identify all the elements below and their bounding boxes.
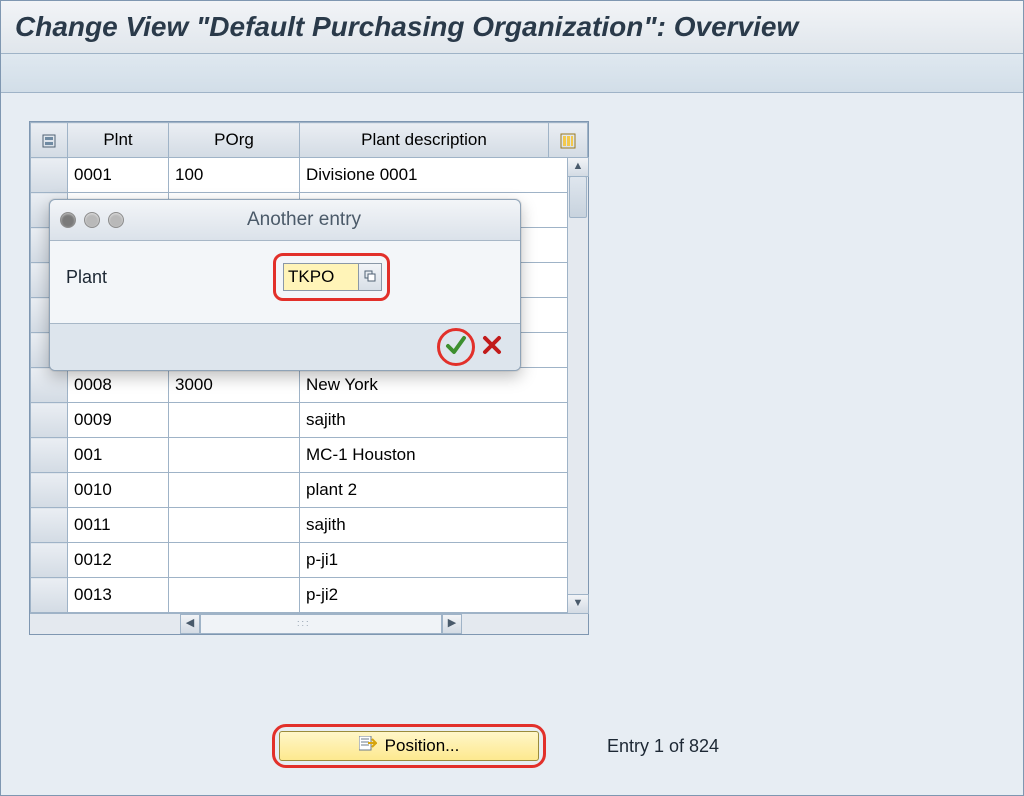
dialog-footer xyxy=(50,323,520,370)
scroll-up-icon[interactable]: ▲ xyxy=(567,157,589,177)
cell-desc[interactable]: Divisione 0001 xyxy=(300,158,588,193)
table-row[interactable]: 00083000New York xyxy=(31,368,588,403)
cell-plnt[interactable]: 0001 xyxy=(68,158,169,193)
cell-desc[interactable]: p-ji1 xyxy=(300,543,588,578)
cell-plnt[interactable]: 001 xyxy=(68,438,169,473)
configure-columns-header[interactable] xyxy=(549,123,588,158)
cell-plnt[interactable]: 0012 xyxy=(68,543,169,578)
table-row[interactable]: 0001100Divisione 0001 xyxy=(31,158,588,193)
table-row[interactable]: 0009 sajith xyxy=(31,403,588,438)
hscroll-track[interactable]: ::: xyxy=(200,614,442,634)
cell-desc[interactable]: plant 2 xyxy=(300,473,588,508)
cell-desc[interactable]: p-ji2 xyxy=(300,578,588,613)
title-bar: Change View "Default Purchasing Organiza… xyxy=(1,1,1023,54)
position-button-label: Position... xyxy=(385,736,460,756)
column-header-plnt[interactable]: Plnt xyxy=(68,123,169,158)
cell-desc[interactable]: MC-1 Houston xyxy=(300,438,588,473)
cell-plnt[interactable]: 0010 xyxy=(68,473,169,508)
table-row[interactable]: 001 MC-1 Houston xyxy=(31,438,588,473)
row-selector[interactable] xyxy=(31,508,68,543)
entry-counter: Entry 1 of 824 xyxy=(607,736,719,757)
scroll-thumb[interactable] xyxy=(569,176,587,218)
cell-plnt[interactable]: 0009 xyxy=(68,403,169,438)
cell-porg[interactable] xyxy=(169,578,300,613)
configure-columns-icon xyxy=(560,133,576,149)
dialog-titlebar[interactable]: Another entry xyxy=(50,200,520,241)
vertical-scrollbar[interactable]: ▲ ▼ xyxy=(567,158,588,613)
row-selector[interactable] xyxy=(31,578,68,613)
table-row[interactable]: 0010 plant 2 xyxy=(31,473,588,508)
position-icon xyxy=(359,736,377,757)
cell-porg[interactable] xyxy=(169,473,300,508)
cell-porg[interactable] xyxy=(169,508,300,543)
plant-input[interactable] xyxy=(283,263,359,291)
page-title: Change View "Default Purchasing Organiza… xyxy=(15,11,1009,43)
cell-porg[interactable] xyxy=(169,438,300,473)
column-header-porg[interactable]: POrg xyxy=(169,123,300,158)
checkmark-icon xyxy=(445,334,467,361)
another-entry-dialog: Another entry Plant xyxy=(49,199,521,371)
plant-field-label: Plant xyxy=(66,267,107,288)
scroll-right-icon[interactable]: ▶ xyxy=(442,614,462,634)
row-selector[interactable] xyxy=(31,368,68,403)
table-row[interactable]: 0011 sajith xyxy=(31,508,588,543)
cell-plnt[interactable]: 0011 xyxy=(68,508,169,543)
value-help-button[interactable] xyxy=(359,263,382,291)
row-selector[interactable] xyxy=(31,403,68,438)
cell-plnt[interactable]: 0008 xyxy=(68,368,169,403)
cell-desc[interactable]: New York xyxy=(300,368,588,403)
cell-porg[interactable] xyxy=(169,403,300,438)
row-selector[interactable] xyxy=(31,158,68,193)
ok-button[interactable] xyxy=(444,335,468,359)
row-selector[interactable] xyxy=(31,438,68,473)
cell-porg[interactable]: 3000 xyxy=(169,368,300,403)
position-button[interactable]: Position... xyxy=(279,731,539,761)
app-window: Change View "Default Purchasing Organiza… xyxy=(0,0,1024,796)
dialog-title: Another entry xyxy=(134,209,520,231)
row-selector[interactable] xyxy=(31,543,68,578)
cell-desc[interactable]: sajith xyxy=(300,403,588,438)
application-toolbar xyxy=(1,54,1023,93)
horizontal-scrollbar[interactable]: ◀ ::: ▶ xyxy=(30,613,588,634)
cancel-button[interactable] xyxy=(480,335,504,359)
scroll-left-icon[interactable]: ◀ xyxy=(180,614,200,634)
cell-desc[interactable]: sajith xyxy=(300,508,588,543)
close-window-icon[interactable] xyxy=(60,212,76,228)
value-help-icon xyxy=(364,267,376,287)
scroll-down-icon[interactable]: ▼ xyxy=(567,594,589,614)
cell-porg[interactable] xyxy=(169,543,300,578)
column-header-desc[interactable]: Plant description xyxy=(300,123,549,158)
cancel-icon xyxy=(482,335,502,360)
zoom-window-icon[interactable] xyxy=(108,212,124,228)
table-row[interactable]: 0013 p-ji2 xyxy=(31,578,588,613)
cell-porg[interactable]: 100 xyxy=(169,158,300,193)
window-controls[interactable] xyxy=(50,212,134,228)
dialog-body: Plant xyxy=(50,241,520,323)
footer-bar: Position... Entry 1 of 824 xyxy=(1,731,1023,761)
minimize-window-icon[interactable] xyxy=(84,212,100,228)
select-all-icon xyxy=(42,134,56,148)
cell-plnt[interactable]: 0013 xyxy=(68,578,169,613)
row-selector[interactable] xyxy=(31,473,68,508)
table-row[interactable]: 0012 p-ji1 xyxy=(31,543,588,578)
select-all-header[interactable] xyxy=(31,123,68,158)
plant-field-wrap xyxy=(283,263,382,291)
